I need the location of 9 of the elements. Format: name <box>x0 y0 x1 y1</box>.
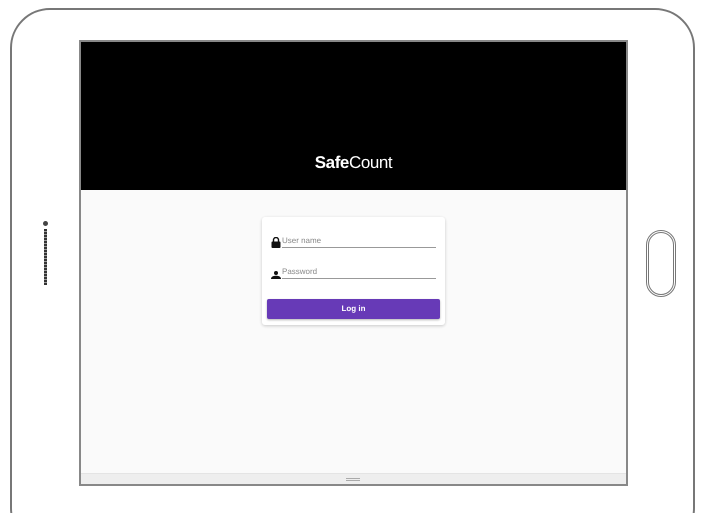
person-icon <box>270 271 281 279</box>
handle-icon[interactable] <box>346 478 360 480</box>
input-field[interactable]: User name <box>282 234 436 248</box>
logo: SafeCount <box>314 152 392 174</box>
lock-icon <box>270 237 281 248</box>
home-button[interactable] <box>646 230 676 297</box>
input-field[interactable]: Password <box>282 265 436 279</box>
login-button[interactable]: Log in <box>266 299 440 319</box>
speaker-drawing <box>42 221 48 285</box>
